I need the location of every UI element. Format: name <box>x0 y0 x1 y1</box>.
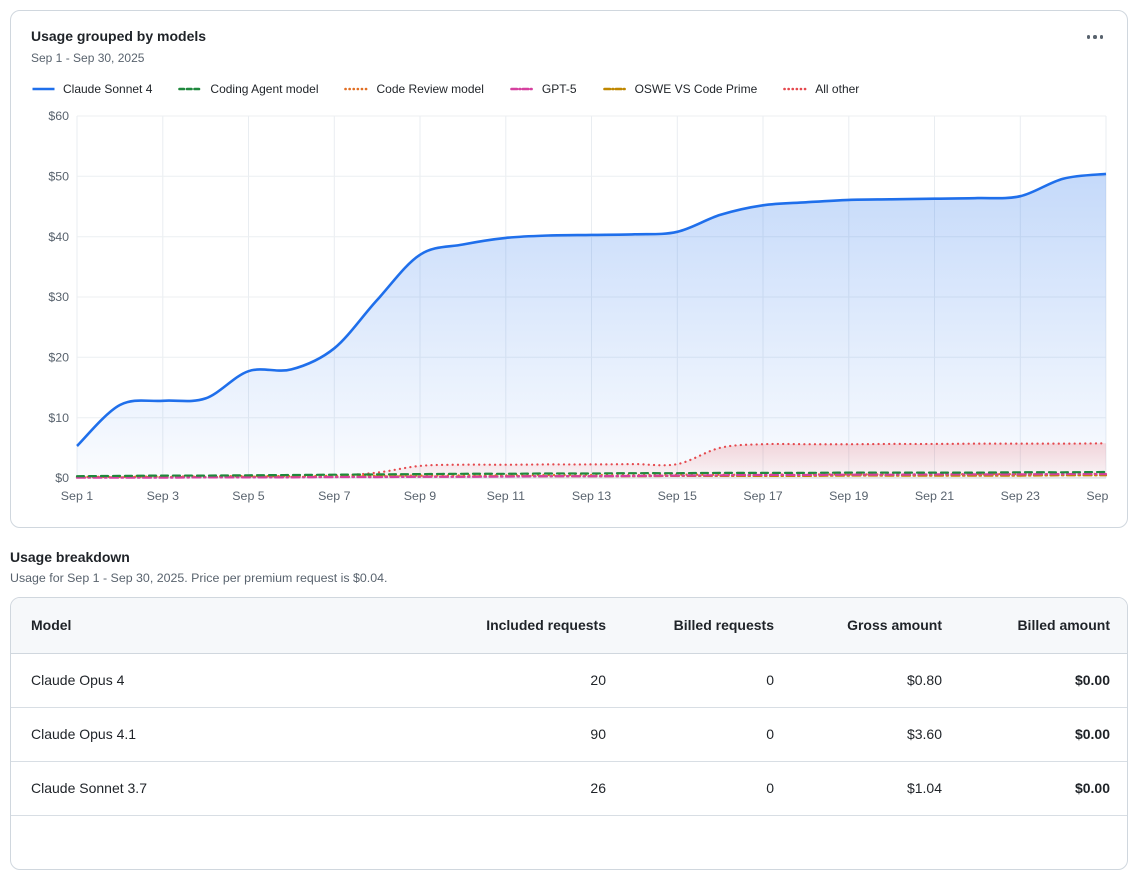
kebab-dot-icon <box>1100 35 1104 39</box>
legend-item-5[interactable]: All other <box>783 82 859 96</box>
usage-breakdown-subtitle: Usage for Sep 1 - Sep 30, 2025. Price pe… <box>10 571 1127 585</box>
legend-item-1[interactable]: Coding Agent model <box>178 82 318 96</box>
gross-amount-cell: $1.04 <box>774 761 942 815</box>
legend-item-0[interactable]: Claude Sonnet 4 <box>31 82 152 96</box>
model-name-cell: Claude Opus 4.1 <box>11 707 438 761</box>
billed-amount-cell: $0.00 <box>942 761 1127 815</box>
svg-text:$50: $50 <box>48 170 69 184</box>
legend-swatch-icon <box>31 84 56 94</box>
table-row-partial <box>11 815 1127 869</box>
svg-text:$40: $40 <box>48 230 69 244</box>
chart-header: Usage grouped by models Sep 1 - Sep 30, … <box>31 27 1107 65</box>
column-header-gross-amount: Gross amount <box>774 598 942 653</box>
included-requests-cell: 26 <box>438 761 606 815</box>
chart-title: Usage grouped by models <box>31 27 206 45</box>
legend-swatch-icon <box>510 84 535 94</box>
column-header-billed-requests: Billed requests <box>606 598 774 653</box>
legend-item-2[interactable]: Code Review model <box>344 82 483 96</box>
svg-text:Sep 3: Sep 3 <box>147 489 179 503</box>
svg-text:$20: $20 <box>48 351 69 365</box>
svg-text:Sep 9: Sep 9 <box>404 489 436 503</box>
svg-text:Sep 23: Sep 23 <box>1001 489 1040 503</box>
column-header-included-requests: Included requests <box>438 598 606 653</box>
usage-breakdown-heading: Usage breakdown Usage for Sep 1 - Sep 30… <box>10 549 1127 585</box>
usage-breakdown-table-card: Model Included requests Billed requests … <box>10 597 1128 870</box>
svg-text:Sep 11: Sep 11 <box>487 489 525 503</box>
legend-item-label: Coding Agent model <box>210 82 318 96</box>
legend-item-label: GPT-5 <box>542 82 577 96</box>
legend-swatch-icon <box>603 84 628 94</box>
column-header-billed-amount: Billed amount <box>942 598 1127 653</box>
billed-requests-cell: 0 <box>606 761 774 815</box>
svg-text:Sep 13: Sep 13 <box>572 489 611 503</box>
svg-text:$10: $10 <box>48 411 69 425</box>
svg-text:Sep 25: Sep 25 <box>1086 489 1109 503</box>
legend-swatch-icon <box>344 84 369 94</box>
table-row: Claude Opus 4.1 90 0 $3.60 $0.00 <box>11 707 1127 761</box>
included-requests-cell: 90 <box>438 707 606 761</box>
svg-text:Sep 21: Sep 21 <box>915 489 954 503</box>
svg-text:$60: $60 <box>48 109 69 123</box>
column-header-model: Model <box>11 598 438 653</box>
chart-legend: Claude Sonnet 4 Coding Agent model Code Re… <box>31 82 1107 96</box>
gross-amount-cell: $0.80 <box>774 653 942 707</box>
usage-chart: Sep 1 Sep 3 Sep 5 Sep 7 Sep 9 Sep 11 Sep 13 Sep… <box>31 106 1109 512</box>
svg-text:Sep 17: Sep 17 <box>743 489 782 503</box>
svg-text:$0: $0 <box>55 471 69 485</box>
billed-amount-cell: $0.00 <box>942 653 1127 707</box>
legend-item-label: All other <box>815 82 859 96</box>
legend-swatch-icon <box>178 84 203 94</box>
table-header-row: Model Included requests Billed requests … <box>11 598 1127 653</box>
table-row: Claude Opus 4 20 0 $0.80 $0.00 <box>11 653 1127 707</box>
legend-swatch-icon <box>783 84 808 94</box>
svg-text:Sep 7: Sep 7 <box>318 489 350 503</box>
legend-item-3[interactable]: GPT-5 <box>510 82 577 96</box>
table-row: Claude Sonnet 3.7 26 0 $1.04 $0.00 <box>11 761 1127 815</box>
usage-breakdown-title: Usage breakdown <box>10 549 1127 565</box>
legend-item-label: OSWE VS Code Prime <box>635 82 758 96</box>
included-requests-cell: 20 <box>438 653 606 707</box>
billed-requests-cell: 0 <box>606 653 774 707</box>
usage-breakdown-table: Model Included requests Billed requests … <box>11 598 1127 869</box>
legend-item-label: Claude Sonnet 4 <box>63 82 152 96</box>
svg-text:$30: $30 <box>48 290 69 304</box>
svg-text:Sep 1: Sep 1 <box>61 489 93 503</box>
model-name-cell: Claude Sonnet 3.7 <box>11 761 438 815</box>
chart-title-block: Usage grouped by models Sep 1 - Sep 30, … <box>31 27 206 65</box>
kebab-menu-button[interactable] <box>1083 27 1108 47</box>
legend-item-label: Code Review model <box>376 82 483 96</box>
usage-chart-card: Usage grouped by models Sep 1 - Sep 30, … <box>10 10 1128 528</box>
gross-amount-cell: $3.60 <box>774 707 942 761</box>
legend-item-4[interactable]: OSWE VS Code Prime <box>603 82 758 96</box>
svg-text:Sep 19: Sep 19 <box>829 489 868 503</box>
chart-date-range: Sep 1 - Sep 30, 2025 <box>31 51 206 65</box>
billed-amount-cell: $0.00 <box>942 707 1127 761</box>
model-name-cell: Claude Opus 4 <box>11 653 438 707</box>
svg-text:Sep 5: Sep 5 <box>232 489 264 503</box>
svg-text:Sep 15: Sep 15 <box>658 489 697 503</box>
kebab-dot-icon <box>1087 35 1091 39</box>
kebab-dot-icon <box>1093 35 1097 39</box>
chart-area: Sep 1 Sep 3 Sep 5 Sep 7 Sep 9 Sep 11 Sep 13 Sep… <box>31 106 1107 517</box>
billed-requests-cell: 0 <box>606 707 774 761</box>
